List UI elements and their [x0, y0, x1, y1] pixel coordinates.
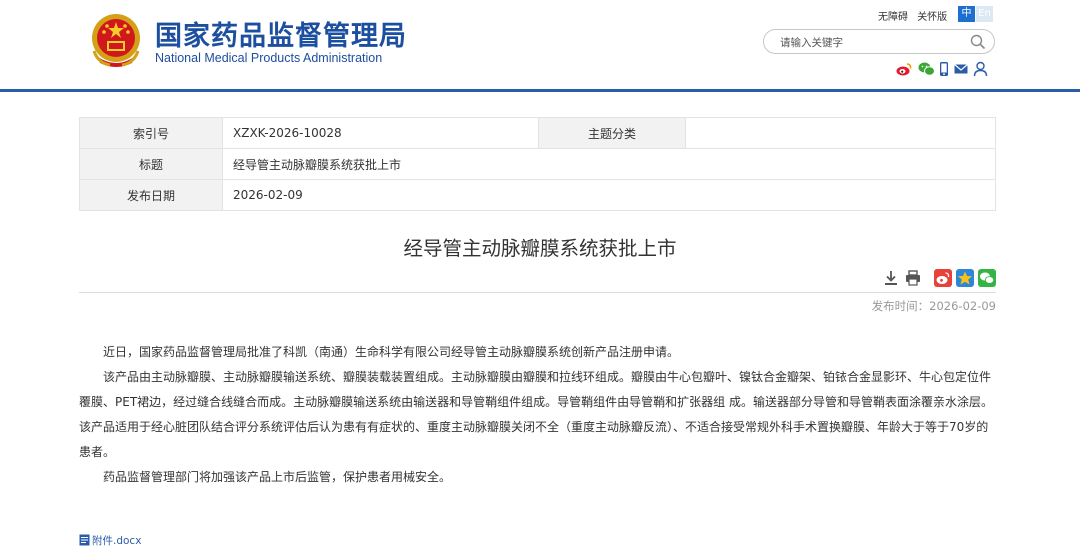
user-icon[interactable]: [973, 61, 988, 77]
table-row: 标题 经导管主动脉瓣膜系统获批上市: [79, 148, 996, 180]
paragraph: 近日，国家药品监督管理局批准了科凯（南通）生命科学有限公司经导管主动脉瓣膜系统创…: [103, 345, 680, 359]
site-header: 国家药品监督管理局 National Medical Products Admi…: [0, 0, 1080, 92]
lang-cn-button[interactable]: 中: [958, 6, 975, 22]
mail-icon[interactable]: [954, 61, 968, 77]
accessibility-link[interactable]: 无障碍: [878, 12, 908, 23]
date-value: 2026-02-09: [222, 179, 996, 211]
topic-value: [685, 117, 996, 149]
top-links: 无障碍 关怀版: [878, 8, 953, 23]
index-value: XZXK-2026-10028: [222, 117, 539, 149]
wechat-icon[interactable]: [918, 61, 935, 77]
national-emblem-icon[interactable]: [88, 11, 144, 69]
title-value: 经导管主动脉瓣膜系统获批上市: [222, 148, 996, 180]
site-name-en[interactable]: National Medical Products Administration: [155, 51, 382, 65]
lang-en-button[interactable]: En: [976, 6, 993, 22]
header-divider: [0, 89, 1080, 92]
docx-file-icon: [79, 534, 90, 546]
search-input[interactable]: [778, 33, 972, 52]
date-label: 发布日期: [79, 179, 223, 211]
paragraph: 该产品由主动脉瓣膜、主动脉瓣膜输送系统、瓣膜装载装置组成。主动脉瓣膜由瓣膜和拉线…: [79, 370, 993, 459]
title-divider: [79, 292, 996, 293]
weibo-share-icon[interactable]: [934, 269, 952, 287]
wechat-share-icon[interactable]: [978, 269, 996, 287]
mobile-icon[interactable]: [939, 61, 949, 77]
paragraph: 药品监督管理部门将加强该产品上市后监管，保护患者用械安全。: [103, 470, 452, 484]
topic-label: 主题分类: [538, 117, 686, 149]
download-icon[interactable]: [883, 269, 899, 287]
article-body: 近日，国家药品监督管理局批准了科凯（南通）生命科学有限公司经导管主动脉瓣膜系统创…: [79, 340, 999, 490]
weibo-icon[interactable]: [896, 61, 912, 77]
publish-time: 发布时间：2026-02-09: [871, 299, 996, 313]
search-box: [763, 29, 995, 54]
title-label: 标题: [79, 148, 223, 180]
search-icon[interactable]: [970, 34, 986, 50]
site-name-cn[interactable]: 国家药品监督管理局: [155, 14, 407, 53]
index-label: 索引号: [79, 117, 223, 149]
care-mode-link[interactable]: 关怀版: [917, 12, 947, 23]
print-icon[interactable]: [905, 269, 921, 287]
table-row: 发布日期 2026-02-09: [79, 179, 996, 211]
article-title: 经导管主动脉瓣膜系统获批上市: [403, 237, 677, 260]
attachment-link[interactable]: 附件.docx: [79, 533, 141, 548]
metadata-table: 索引号 XZXK-2026-10028 主题分类 标题 经导管主动脉瓣膜系统获批…: [79, 117, 996, 211]
attachment-name[interactable]: 附件.docx: [92, 535, 141, 547]
table-row: 索引号 XZXK-2026-10028 主题分类: [79, 117, 996, 149]
qzone-share-icon[interactable]: [956, 269, 974, 287]
